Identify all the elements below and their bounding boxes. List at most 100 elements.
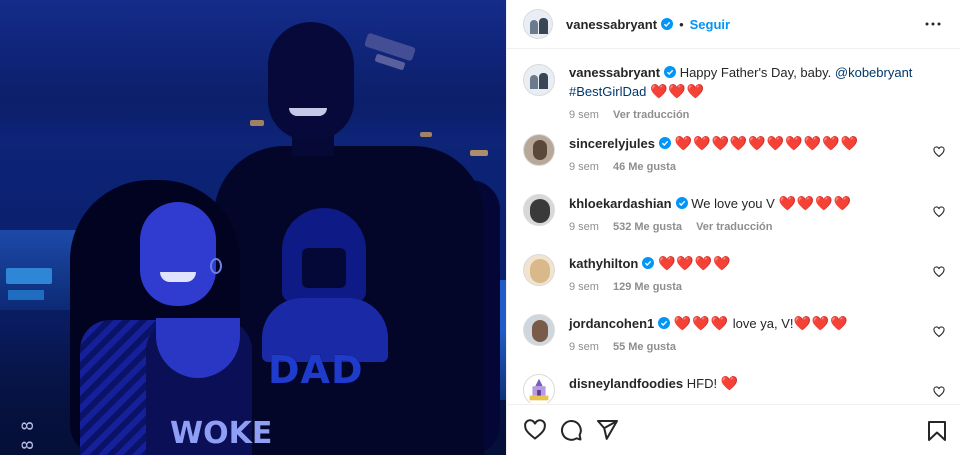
photo-console-screen [8,290,44,300]
comment-hearts: ❤️❤️❤️❤️❤️❤️❤️❤️❤️❤️ [674,135,859,151]
avatar-figure [533,140,547,160]
photo-top-text: WOKE [170,416,273,451]
caption-mention[interactable]: @kobebryant [835,65,913,80]
avatar-figure [539,18,548,34]
comment-body: khloekardashian We love you V ❤️❤️❤️❤️ 9… [569,194,945,233]
action-bar [507,404,960,455]
photo-date-stamp: 8 8 [18,421,37,450]
comment-hearts: ❤️❤️❤️ [793,315,849,331]
photo-light [420,132,432,137]
comment-body: disneylandfoodies HFD! ❤️ [569,374,945,393]
avatar[interactable] [523,374,555,403]
comment-hearts: ❤️❤️❤️ [673,315,730,331]
avatar[interactable] [523,254,555,286]
photo-shirt-text: DAD [268,348,364,392]
photo-man-head [268,22,354,140]
comment-username[interactable]: disneylandfoodies [569,376,683,391]
photo-woman-earring [210,258,222,274]
comment-likes[interactable]: 46 Me gusta [613,161,676,173]
avatar[interactable] [523,194,555,226]
comment-time[interactable]: 9 sem [569,221,599,233]
comment: kathyhilton ❤️❤️❤️❤️ 9 sem 129 Me gusta [523,254,945,314]
comment-time[interactable]: 9 sem [569,161,599,173]
verified-badge-icon [675,197,688,209]
more-options-icon[interactable] [921,12,945,36]
verified-badge-icon [661,18,674,30]
comment-text-block: khloekardashian We love you V ❤️❤️❤️❤️ [569,194,917,213]
photo-ceiling [0,0,506,140]
avatar-figure [530,259,550,283]
caption-hashtag[interactable]: #BestGirlDad [569,84,646,99]
photo-woman-face [140,202,216,306]
comment-text: We love you V [691,196,775,211]
comment-body: jordancohen1 ❤️❤️❤️ love ya, V!❤️❤️❤️ 9 … [569,314,945,353]
comment: disneylandfoodies HFD! ❤️ [523,374,945,403]
photo-light [470,150,488,156]
heart-outline-icon[interactable] [523,418,547,442]
comment-meta: 9 sem 46 Me gusta [569,161,917,173]
heart-outline-icon[interactable] [933,326,945,338]
verified-badge-icon [658,317,671,329]
comments-list[interactable]: vanessabryant Happy Father's Day, baby. … [507,50,960,403]
comment-likes[interactable]: 532 Me gusta [613,221,682,233]
comment-meta: 9 sem 532 Me gusta Ver traducción [569,221,917,233]
avatar-figure [530,199,550,223]
comment-text-block: jordancohen1 ❤️❤️❤️ love ya, V!❤️❤️❤️ [569,314,917,333]
photo-light [250,120,264,126]
comment-bubble-icon[interactable] [559,418,583,442]
caption-time[interactable]: 9 sem [569,109,599,121]
comment-time[interactable]: 9 sem [569,341,599,353]
comment-username[interactable]: sincerelyjules [569,136,655,151]
translate-button[interactable]: Ver traducción [696,221,772,233]
heart-outline-icon[interactable] [933,386,945,398]
photo-console-screen [6,268,52,284]
follow-button[interactable]: Seguir [690,17,730,32]
avatar[interactable] [523,134,555,166]
avatar-figure [530,75,538,89]
instagram-post: DAD WOKE 8 8 vanessabryant • Seguir vane… [0,0,960,455]
comment-time[interactable]: 9 sem [569,281,599,293]
avatar[interactable] [523,9,553,39]
comment-username[interactable]: kathyhilton [569,256,638,271]
comment-username[interactable]: jordancohen1 [569,316,654,331]
caption-username[interactable]: vanessabryant [569,65,660,80]
caption-meta: 9 sem Ver traducción [569,109,945,121]
photo-man-smile [289,108,327,116]
photo-vader-face [302,248,346,288]
comment-hearts: ❤️❤️❤️❤️ [778,195,853,211]
verified-badge-icon [664,66,677,78]
caption-text: Happy Father's Day, baby. [679,65,832,80]
comment-likes[interactable]: 55 Me gusta [613,341,676,353]
comment-likes[interactable]: 129 Me gusta [613,281,682,293]
avatar-figure [532,320,548,342]
header-username[interactable]: vanessabryant [566,17,657,32]
post-photo[interactable]: DAD WOKE 8 8 [0,0,506,455]
comment-meta: 9 sem 55 Me gusta [569,341,917,353]
comment-text-block: kathyhilton ❤️❤️❤️❤️ [569,254,917,273]
avatar-figure [539,73,548,89]
avatar[interactable] [523,314,555,346]
heart-outline-icon[interactable] [933,206,945,218]
comment: jordancohen1 ❤️❤️❤️ love ya, V!❤️❤️❤️ 9 … [523,314,945,374]
comment-hearts: ❤️❤️❤️❤️ [657,255,732,271]
paper-plane-icon[interactable] [595,418,619,442]
post-header: vanessabryant • Seguir [507,0,960,49]
comment-username[interactable]: khloekardashian [569,196,672,211]
translate-button[interactable]: Ver traducción [613,109,689,121]
comment: khloekardashian We love you V ❤️❤️❤️❤️ 9… [523,194,945,254]
bookmark-icon[interactable] [925,419,949,443]
comment-body: kathyhilton ❤️❤️❤️❤️ 9 sem 129 Me gusta [569,254,945,293]
verified-badge-icon [642,257,655,269]
comment-text: love ya, V! [732,316,794,331]
comment: sincerelyjules ❤️❤️❤️❤️❤️❤️❤️❤️❤️❤️ 9 se… [523,134,945,194]
post-side-panel: vanessabryant • Seguir vanessabryant Hap… [506,0,960,455]
comment-meta: 9 sem 129 Me gusta [569,281,917,293]
verified-badge-icon [659,137,671,149]
caption-body: vanessabryant Happy Father's Day, baby. … [569,64,945,121]
avatar[interactable] [523,64,555,96]
heart-outline-icon[interactable] [933,146,945,158]
castle-logo-icon [529,378,549,401]
heart-outline-icon[interactable] [933,266,945,278]
caption: vanessabryant Happy Father's Day, baby. … [523,64,945,134]
avatar-figure [530,20,538,34]
